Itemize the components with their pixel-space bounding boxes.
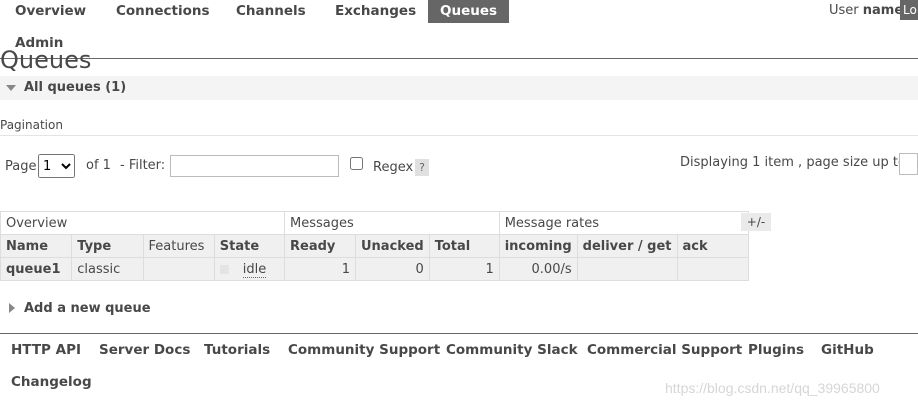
footer-link-community-support[interactable]: Community Support — [288, 342, 440, 358]
table-column-header-row: Name Type Features State Ready Unacked T… — [0, 234, 749, 258]
footer-link-commercial-support[interactable]: Commercial Support — [587, 342, 742, 358]
footer-link-github[interactable]: GitHub — [821, 342, 874, 358]
queue-incoming: 0.00/s — [498, 257, 578, 281]
group-header-messages: Messages — [284, 211, 500, 235]
table-row: queue1 classic idle 1 0 1 0.00/s — [0, 257, 749, 281]
collapse-triangle-icon — [6, 85, 16, 91]
footer-divider — [0, 333, 918, 334]
regex-help-icon[interactable]: ? — [415, 159, 429, 176]
columns-toggle-button[interactable]: +/- — [741, 213, 771, 231]
footer-link-changelog[interactable]: Changelog — [11, 374, 92, 390]
page-title: Queues — [0, 46, 92, 74]
footer-link-http-api[interactable]: HTTP API — [11, 342, 81, 358]
column-header-ack[interactable]: ack — [676, 234, 749, 258]
tab-queues[interactable]: Queues — [428, 0, 510, 23]
queue-state: idle — [242, 261, 267, 278]
user-name-label: name — [862, 3, 904, 18]
queue-state-cell: idle — [213, 257, 286, 281]
of-pages-label: of 1 — [86, 158, 111, 173]
page-label: Page — [5, 159, 37, 174]
regex-checkbox[interactable] — [350, 157, 363, 170]
page-select[interactable]: 1 — [38, 154, 75, 178]
footer-link-tutorials[interactable]: Tutorials — [204, 342, 270, 358]
user-info: User name — [829, 3, 903, 18]
filter-input[interactable] — [170, 155, 339, 177]
queue-ready: 1 — [284, 257, 356, 281]
pagination-divider — [0, 135, 918, 136]
tab-overview[interactable]: Overview — [15, 3, 86, 19]
queue-type: classic — [71, 257, 144, 281]
queue-deliver-get — [576, 257, 678, 281]
column-header-unacked[interactable]: Unacked — [355, 234, 430, 258]
queue-name-link[interactable]: queue1 — [0, 257, 73, 281]
regex-label: Regex — [373, 160, 414, 175]
queue-features — [142, 257, 215, 281]
tab-channels[interactable]: Channels — [236, 3, 306, 19]
table-group-header-row: Overview Messages Message rates — [0, 211, 749, 235]
footer-link-plugins[interactable]: Plugins — [748, 342, 804, 358]
column-header-deliver-get[interactable]: deliver / get — [576, 234, 678, 258]
footer-link-server-docs[interactable]: Server Docs — [99, 342, 190, 358]
user-label: User — [829, 3, 859, 18]
filter-label: - Filter: — [120, 158, 166, 173]
group-header-message-rates: Message rates — [498, 211, 749, 235]
column-header-total[interactable]: Total — [428, 234, 500, 258]
expand-triangle-icon — [9, 303, 15, 313]
add-queue-label: Add a new queue — [24, 301, 151, 316]
tab-exchanges[interactable]: Exchanges — [335, 3, 416, 19]
group-header-overview: Overview — [0, 211, 285, 235]
watermark-text: https://blog.csdn.net/qq_39965800 — [665, 380, 880, 396]
queue-unacked: 0 — [355, 257, 430, 281]
queue-ack — [676, 257, 749, 281]
column-header-features: Features — [142, 234, 215, 258]
state-indicator-icon — [219, 264, 229, 274]
header-divider — [0, 58, 918, 59]
footer-link-community-slack[interactable]: Community Slack — [446, 342, 578, 358]
queues-table: Overview Messages Message rates Name Typ… — [0, 211, 749, 281]
tab-connections[interactable]: Connections — [116, 3, 210, 19]
pagination-heading: Pagination — [0, 118, 63, 132]
page-size-input[interactable] — [899, 153, 918, 175]
user-value: Lo — [900, 0, 918, 20]
column-header-state: State — [213, 234, 286, 258]
displaying-text: Displaying 1 item , page size up to: — [680, 155, 911, 170]
all-queues-label: All queues (1) — [24, 80, 127, 95]
all-queues-section-header[interactable]: All queues (1) — [0, 76, 918, 100]
column-header-incoming[interactable]: incoming — [498, 234, 578, 258]
add-queue-section-header[interactable]: Add a new queue — [0, 297, 300, 319]
queue-total: 1 — [428, 257, 500, 281]
column-header-ready[interactable]: Ready — [284, 234, 356, 258]
column-header-name[interactable]: Name — [0, 234, 73, 258]
column-header-type: Type — [71, 234, 144, 258]
